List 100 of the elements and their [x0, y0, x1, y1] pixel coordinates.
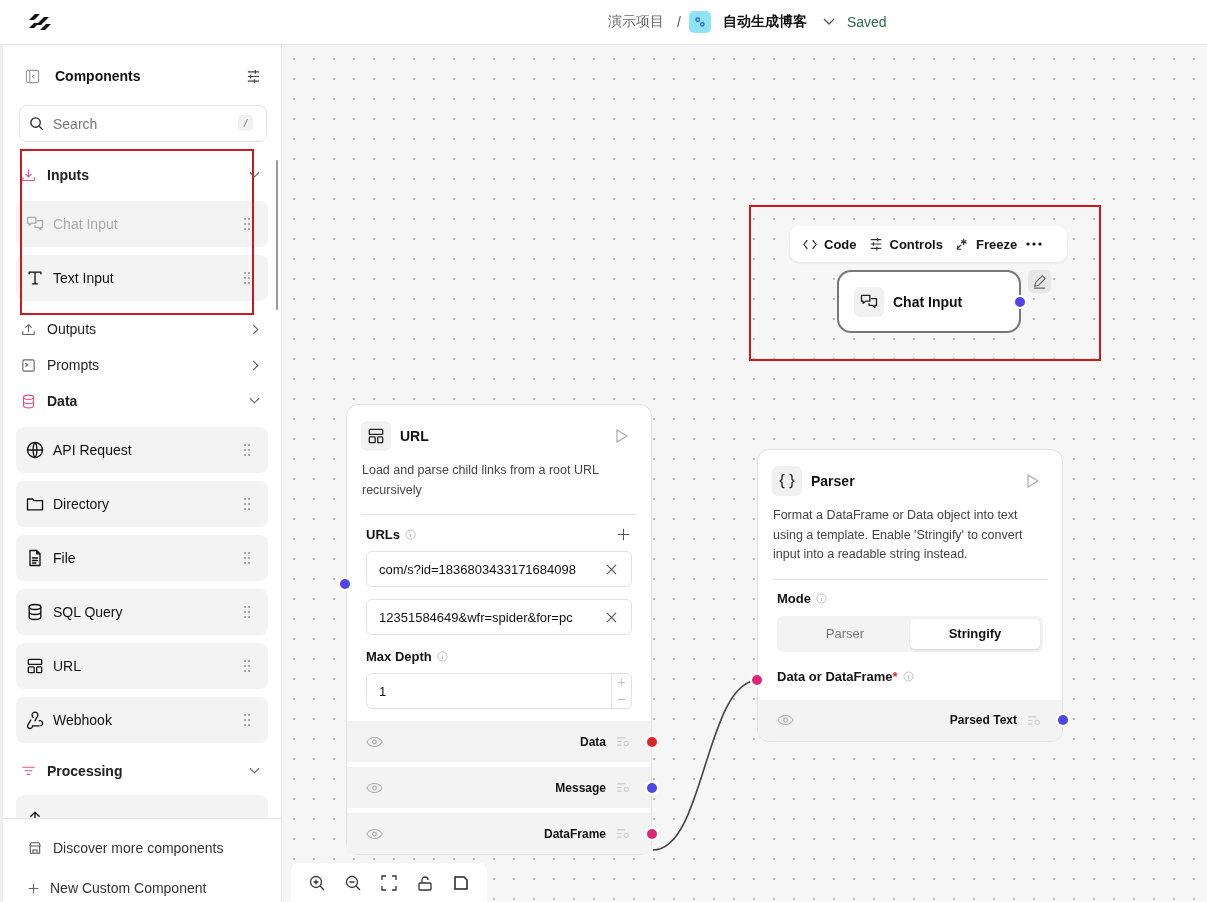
- output-label: DataFrame: [543, 826, 606, 841]
- discover-link[interactable]: Discover more components: [27, 837, 265, 859]
- node-description: Format a DataFrame or Data object into text using a template. Enable 'Stringify' to convert input into a readable string instead.: [773, 506, 1048, 580]
- play-icon[interactable]: [1027, 474, 1039, 488]
- sliders-icon: [868, 237, 883, 251]
- drag-handle-icon[interactable]: [243, 443, 251, 457]
- required-marker: *: [892, 669, 898, 684]
- field-label: Mode: [777, 591, 811, 606]
- zoom-out-icon[interactable]: [345, 874, 361, 891]
- url-field[interactable]: com/s?id=1836803433171684098: [366, 551, 632, 587]
- project-link[interactable]: 演示项目: [608, 13, 664, 31]
- inspect-icon[interactable]: [616, 782, 631, 793]
- increment-icon[interactable]: [617, 678, 626, 687]
- sidebar-title: Components: [55, 68, 142, 84]
- more-icon[interactable]: [1026, 242, 1043, 246]
- category-header[interactable]: Outputs: [16, 311, 268, 347]
- inspect-icon[interactable]: [616, 736, 631, 747]
- layout-icon: [361, 421, 391, 451]
- toolbar-button[interactable]: Controls: [865, 236, 946, 252]
- output-handle[interactable]: [647, 828, 657, 839]
- toolbar-button[interactable]: Freeze: [951, 236, 1021, 252]
- collapse-sidebar-icon[interactable]: [25, 68, 40, 84]
- category-header[interactable]: Processing: [16, 753, 268, 789]
- component-item[interactable]: Text Input: [16, 255, 268, 301]
- category-header[interactable]: Prompts: [16, 347, 268, 383]
- node-description: Load and parse child links from a root URL recursively: [362, 461, 637, 515]
- edit-button[interactable]: [1028, 270, 1051, 293]
- terminal-icon: [20, 356, 37, 374]
- braces-icon: [772, 466, 802, 496]
- output-handle[interactable]: [1015, 296, 1025, 307]
- number-field[interactable]: 1: [366, 673, 632, 709]
- input-handle[interactable]: [752, 675, 762, 685]
- new-component-link[interactable]: New Custom Component: [27, 877, 265, 899]
- component-item[interactable]: SQL Query: [16, 589, 268, 635]
- mode-option[interactable]: Parser: [780, 618, 910, 649]
- eye-icon[interactable]: [366, 827, 383, 840]
- component-item[interactable]: Directory: [16, 481, 268, 527]
- close-icon[interactable]: [606, 611, 617, 623]
- fit-view-icon[interactable]: [381, 874, 397, 891]
- drag-handle-icon[interactable]: [243, 713, 251, 727]
- layout-icon: [25, 656, 45, 676]
- component-item[interactable]: URL: [16, 643, 268, 689]
- chat-bubbles-icon: [854, 286, 884, 317]
- store-icon: [27, 840, 43, 856]
- mode-option[interactable]: Stringify: [910, 618, 1040, 649]
- drag-handle-icon[interactable]: [243, 271, 251, 285]
- close-icon[interactable]: [606, 563, 617, 575]
- url-field[interactable]: 12351584649&wfr=spider&for=pc: [366, 599, 632, 635]
- node-title: Parser: [811, 473, 856, 489]
- drag-handle-icon[interactable]: [243, 605, 251, 619]
- snowflake-icon: [954, 237, 969, 251]
- component-item[interactable]: File: [16, 535, 268, 581]
- drag-handle-icon[interactable]: [243, 551, 251, 565]
- output-handle[interactable]: [647, 782, 657, 793]
- info-icon[interactable]: [815, 593, 827, 604]
- search-icon: [29, 116, 44, 131]
- drag-handle-icon[interactable]: [243, 497, 251, 511]
- category-header[interactable]: Inputs: [16, 157, 268, 193]
- field-label: Data or DataFrame: [777, 669, 893, 684]
- output-label: Message: [555, 780, 606, 795]
- flow-icon: [688, 11, 711, 33]
- globe-icon: [25, 440, 45, 460]
- database-icon: [20, 392, 37, 410]
- field-label: URLs: [366, 526, 400, 542]
- component-item[interactable]: Webhook: [16, 697, 268, 743]
- info-icon[interactable]: [436, 650, 448, 662]
- eye-icon[interactable]: [366, 781, 383, 794]
- component-item[interactable]: API Request: [16, 427, 268, 473]
- plus-icon[interactable]: [617, 527, 630, 541]
- zoom-in-icon[interactable]: [309, 874, 325, 891]
- info-icon[interactable]: [902, 671, 914, 682]
- note-icon[interactable]: [453, 874, 469, 891]
- toolbar-button[interactable]: Code: [800, 236, 860, 252]
- eye-icon[interactable]: [366, 735, 383, 748]
- drag-handle-icon[interactable]: [243, 659, 251, 673]
- chevron-down-icon[interactable]: [822, 18, 835, 26]
- flow-title[interactable]: 自动生成博客: [722, 13, 807, 31]
- plus-icon: [27, 881, 40, 895]
- logo-icon[interactable]: [27, 12, 53, 32]
- lock-icon[interactable]: [417, 874, 433, 891]
- save-status: Saved: [846, 14, 887, 30]
- download-icon: [20, 166, 37, 184]
- category-header[interactable]: Data: [16, 383, 268, 419]
- eye-icon[interactable]: [777, 714, 794, 726]
- input-handle[interactable]: [340, 579, 350, 589]
- field-label: Max Depth: [366, 648, 432, 664]
- inspect-icon[interactable]: [1027, 714, 1042, 726]
- pencil-icon: [1032, 274, 1047, 289]
- info-icon[interactable]: [404, 528, 416, 540]
- settings-sliders-icon[interactable]: [246, 68, 261, 84]
- webhook-icon: [25, 710, 45, 730]
- code-icon: [803, 238, 817, 250]
- output-label: Data: [580, 734, 606, 749]
- output-handle[interactable]: [647, 736, 657, 747]
- node-title: Chat Input: [893, 293, 964, 310]
- scrollbar[interactable]: [276, 160, 278, 310]
- play-icon[interactable]: [616, 429, 628, 443]
- output-label: Parsed Text: [949, 713, 1017, 727]
- inspect-icon[interactable]: [616, 828, 631, 839]
- output-handle[interactable]: [1058, 715, 1068, 725]
